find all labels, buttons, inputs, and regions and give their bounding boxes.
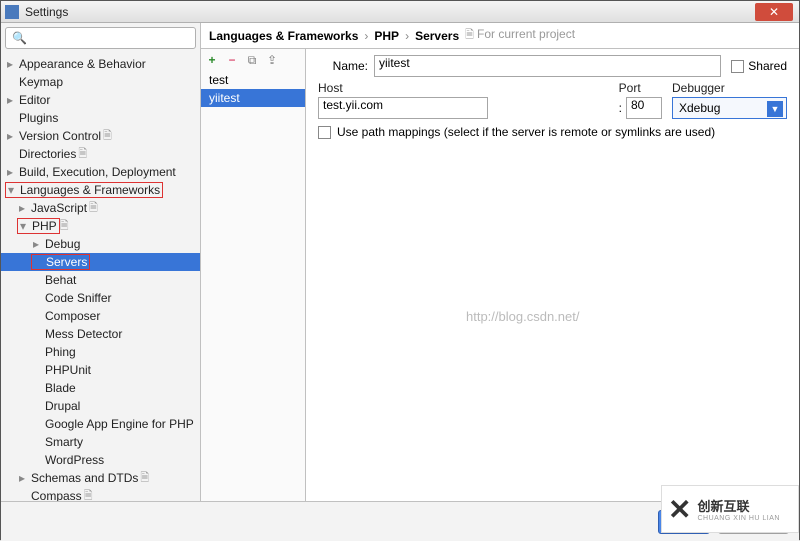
tree-item[interactable]: Behat [1, 271, 200, 289]
tree-item[interactable]: Phing [1, 343, 200, 361]
watermark: http://blog.csdn.net/ [466, 309, 579, 324]
tree-item[interactable]: Servers [1, 253, 200, 271]
shared-label: Shared [748, 59, 787, 73]
tree-item[interactable]: Drupal [1, 397, 200, 415]
body: + − ⧉ ⇪ testyiitest Name: yiitest Shared [201, 49, 799, 501]
pathmap-label: Use path mappings (select if the server … [337, 125, 715, 139]
tree-item[interactable]: Smarty [1, 433, 200, 451]
settings-window: Settings ✕ 🔍 ▸Appearance & BehaviorKeyma… [0, 0, 800, 540]
breadcrumb-sep: › [405, 29, 409, 43]
sidebar: 🔍 ▸Appearance & BehaviorKeymap▸EditorPlu… [1, 23, 201, 501]
tree-item[interactable]: PHPUnit [1, 361, 200, 379]
add-button[interactable]: + [205, 53, 219, 67]
name-field[interactable]: yiitest [374, 55, 721, 77]
tree-item[interactable]: ▸JavaScript 🗎 [1, 199, 200, 217]
close-button[interactable]: ✕ [755, 3, 793, 21]
tree-item[interactable]: ▸Editor [1, 91, 200, 109]
tree-item[interactable]: Blade [1, 379, 200, 397]
list-item[interactable]: test [201, 71, 305, 89]
tree-item[interactable]: Keymap [1, 73, 200, 91]
tree-item[interactable]: ▸Appearance & Behavior [1, 55, 200, 73]
tree-item[interactable]: ▸Schemas and DTDs 🗎 [1, 469, 200, 487]
server-list-column: + − ⧉ ⇪ testyiitest [201, 49, 306, 501]
debugger-label: Debugger [672, 81, 787, 95]
list-item[interactable]: yiitest [201, 89, 305, 107]
tree-item[interactable]: Code Sniffer [1, 289, 200, 307]
tree-item[interactable]: Directories 🗎 [1, 145, 200, 163]
server-form: Name: yiitest Shared Host test.yii.com [306, 49, 799, 501]
name-label: Name: [318, 59, 368, 73]
port-field[interactable]: 80 [626, 97, 662, 119]
shared-checkbox[interactable] [731, 60, 744, 73]
titlebar[interactable]: Settings ✕ [1, 1, 799, 23]
port-sep: : [619, 101, 622, 115]
breadcrumb-sep: › [364, 29, 368, 43]
tree-item[interactable]: WordPress [1, 451, 200, 469]
logo-icon: ✕ [668, 493, 691, 526]
tree-item[interactable]: Google App Engine for PHP [1, 415, 200, 433]
pathmap-checkbox[interactable] [318, 126, 331, 139]
search-icon: 🔍 [12, 31, 27, 45]
breadcrumb-b[interactable]: PHP [374, 29, 399, 43]
copy-button[interactable]: ⧉ [245, 53, 259, 67]
tree-item[interactable]: ▾Languages & Frameworks [1, 181, 200, 199]
tree-item[interactable]: ▸Version Control 🗎 [1, 127, 200, 145]
list-toolbar: + − ⧉ ⇪ [201, 49, 305, 71]
breadcrumb: Languages & Frameworks › PHP › Servers 🗎… [201, 23, 799, 49]
tree-item[interactable]: Mess Detector [1, 325, 200, 343]
tree-item[interactable]: ▾PHP 🗎 [1, 217, 200, 235]
content: 🔍 ▸Appearance & BehaviorKeymap▸EditorPlu… [1, 23, 799, 501]
chevron-down-icon: ▼ [767, 101, 783, 117]
tree-item[interactable]: ▸Debug [1, 235, 200, 253]
breadcrumb-a[interactable]: Languages & Frameworks [209, 29, 358, 43]
main-panel: Languages & Frameworks › PHP › Servers 🗎… [201, 23, 799, 501]
host-label: Host [318, 81, 609, 95]
breadcrumb-c[interactable]: Servers [415, 29, 459, 43]
tree-item[interactable]: Plugins [1, 109, 200, 127]
project-hint: 🗎 For current project [465, 26, 575, 45]
settings-tree[interactable]: ▸Appearance & BehaviorKeymap▸EditorPlugi… [1, 53, 200, 501]
search-input[interactable]: 🔍 [5, 27, 196, 49]
overlay-logo: ✕ 创新互联 CHUANG XIN HU LIAN [661, 485, 799, 533]
host-field[interactable]: test.yii.com [318, 97, 488, 119]
tree-item[interactable]: Compass 🗎 [1, 487, 200, 501]
window-title: Settings [25, 5, 755, 19]
server-list[interactable]: testyiitest [201, 71, 305, 107]
remove-button[interactable]: − [225, 53, 239, 67]
import-button[interactable]: ⇪ [265, 53, 279, 67]
tree-item[interactable]: Composer [1, 307, 200, 325]
debugger-select[interactable]: Xdebug ▼ [672, 97, 787, 119]
port-label: Port [619, 81, 662, 95]
app-icon [5, 5, 19, 19]
tree-item[interactable]: ▸Build, Execution, Deployment [1, 163, 200, 181]
